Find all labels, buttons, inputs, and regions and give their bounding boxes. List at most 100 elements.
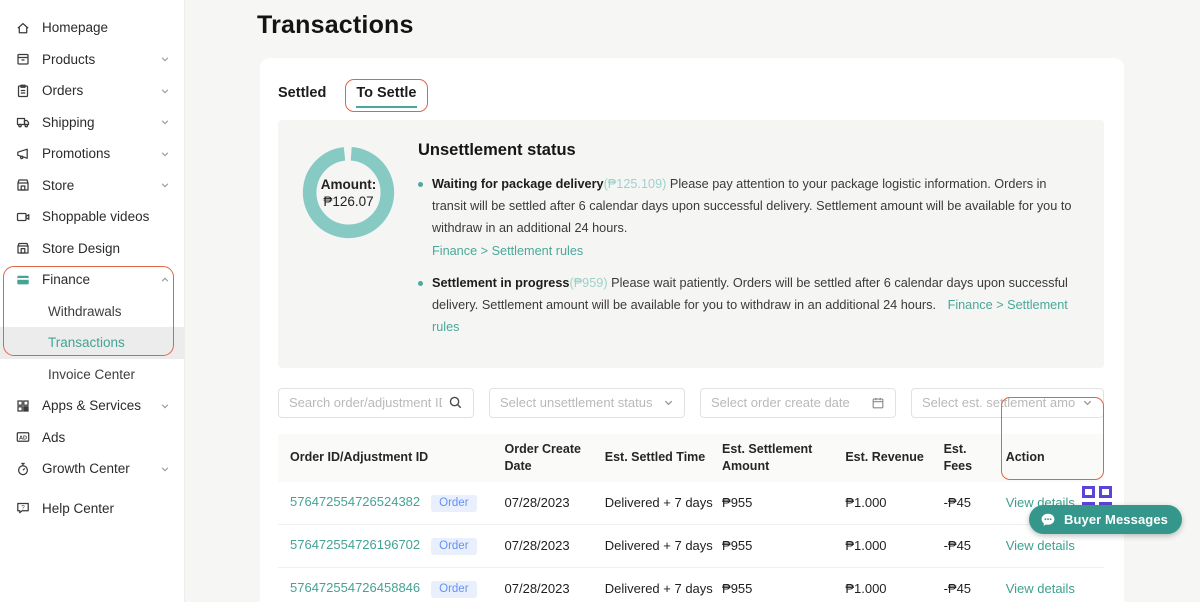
col-est-fees: Est. Fees [936,434,998,482]
help-center-icon: ? [15,500,31,516]
shipping-icon [15,114,31,130]
chevron-down-icon [1082,397,1093,408]
sidebar-item-orders[interactable]: Orders [0,75,184,107]
est-settled-time: Delivered + 7 days [597,567,714,602]
status-bullet-in-progress: Settlement in progress(₱959) Please wait… [418,273,1082,339]
tab-settled[interactable]: Settled [278,80,336,111]
sidebar-item-finance[interactable]: Finance [0,264,184,296]
col-order-id: Order ID/Adjustment ID [278,434,497,482]
store-design-icon [15,240,31,256]
select-placeholder: Select order create date [711,395,865,410]
est-fees: -₱45 [936,567,998,602]
home-icon [15,20,31,36]
order-id-link[interactable]: 576472554726196702 [290,537,420,552]
promotions-icon [15,146,31,162]
order-create-date: 07/28/2023 [497,482,597,525]
sidebar-item-promotions[interactable]: Promotions [0,138,184,170]
amount-donut-chart: Amount: ₱126.07 [298,142,399,243]
est-revenue: ₱1.000 [837,482,935,525]
page-title: Transactions [257,11,414,40]
chevron-down-icon [160,401,170,411]
sidebar-item-label: Homepage [42,20,108,35]
finance-icon [15,272,31,288]
sidebar-item-store-design[interactable]: Store Design [0,233,184,265]
sidebar-item-products[interactable]: Products [0,44,184,76]
sidebar-item-withdrawals[interactable]: Withdrawals [0,296,184,328]
sidebar-item-label: Invoice Center [48,367,135,382]
unsettlement-status-select[interactable]: Select unsettlement status [489,388,685,418]
select-placeholder: Select unsettlement status [500,395,657,410]
status-title: Unsettlement status [418,141,1082,160]
order-id-link[interactable]: 576472554726524382 [290,494,420,509]
sidebar-item-label: Apps & Services [42,398,141,413]
sidebar-item-label: Store [42,178,74,193]
chat-bubble-icon [1039,511,1057,529]
sidebar-item-growth-center[interactable]: Growth Center [0,453,184,485]
sidebar-item-invoice-center[interactable]: Invoice Center [0,359,184,391]
filter-bar: Select unsettlement status Select order … [278,388,1104,418]
est-settlement-amount: ₱955 [714,567,837,602]
search-icon [448,395,463,410]
order-type-badge: Order [431,495,476,512]
est-settled-time: Delivered + 7 days [597,482,714,525]
bullet-amount: (₱125.109) [604,177,667,191]
order-id-link[interactable]: 576472554726458846 [290,580,420,595]
transactions-card: Settled To Settle Amount: ₱126.07 Unsett… [260,58,1124,602]
ads-icon: AD [15,429,31,445]
est-fees: -₱45 [936,482,998,525]
order-create-date: 07/28/2023 [497,567,597,602]
search-order-filter[interactable] [278,388,474,418]
unsettlement-status-panel: Amount: ₱126.07 Unsettlement status Wait… [278,120,1104,368]
search-input[interactable] [289,395,442,410]
chevron-down-icon [160,180,170,190]
col-est-settlement-amount: Est. Settlement Amount [714,434,837,482]
sidebar-item-apps-services[interactable]: Apps & Services [0,390,184,422]
transactions-table: Order ID/Adjustment ID Order Create Date… [278,434,1104,602]
sidebar-item-label: Shipping [42,115,95,130]
chevron-down-icon [160,54,170,64]
sidebar-item-label: Ads [42,430,65,445]
products-icon [15,51,31,67]
orders-icon [15,83,31,99]
table-row: 576472554726458846 Order 07/28/2023 Deliv… [278,567,1104,602]
sidebar-item-shipping[interactable]: Shipping [0,107,184,139]
sidebar-item-store[interactable]: Store [0,170,184,202]
view-details-link[interactable]: View details [1006,538,1075,553]
sidebar-item-label: Transactions [48,335,125,350]
donut-amount-label: Amount: [321,177,376,192]
sidebar-item-transactions[interactable]: Transactions [0,327,184,359]
settlement-rules-link[interactable]: Finance > Settlement rules [432,241,1082,263]
apps-grid-icon [15,398,31,414]
col-order-create-date: Order Create Date [497,434,597,482]
est-settlement-amount-select[interactable]: Select est. settlement amo... [911,388,1104,418]
tab-bar: Settled To Settle [278,74,1104,116]
chevron-down-icon [160,464,170,474]
tab-to-settle[interactable]: To Settle [345,79,427,112]
sidebar-item-homepage[interactable]: Homepage [0,12,184,44]
calendar-icon [871,396,885,410]
chevron-down-icon [160,117,170,127]
order-create-date: 07/28/2023 [497,524,597,567]
sidebar-item-label: Store Design [42,241,120,256]
col-action: Action [998,434,1104,482]
status-body: Unsettlement status Waiting for package … [418,139,1082,350]
est-fees: -₱45 [936,524,998,567]
chevron-up-icon [160,275,170,285]
col-est-settled-time: Est. Settled Time [597,434,714,482]
sidebar-item-shoppable-videos[interactable]: Shoppable videos [0,201,184,233]
est-settlement-amount: ₱955 [714,524,837,567]
order-create-date-select[interactable]: Select order create date [700,388,896,418]
view-details-link[interactable]: View details [1006,581,1075,596]
sidebar-item-ads[interactable]: AD Ads [0,422,184,454]
tab-to-settle-label: To Settle [356,85,416,108]
select-placeholder: Select est. settlement amo... [922,395,1076,410]
sidebar: Homepage Products Orders Shipping Promot… [0,0,185,602]
order-type-badge: Order [431,581,476,598]
sidebar-item-label: Growth Center [42,461,130,476]
store-icon [15,177,31,193]
video-icon [15,209,31,225]
buyer-messages-button[interactable]: Buyer Messages [1029,505,1182,534]
sidebar-item-help-center[interactable]: ? Help Center [0,493,184,525]
sidebar-item-label: Finance [42,272,90,287]
est-settlement-amount: ₱955 [714,482,837,525]
